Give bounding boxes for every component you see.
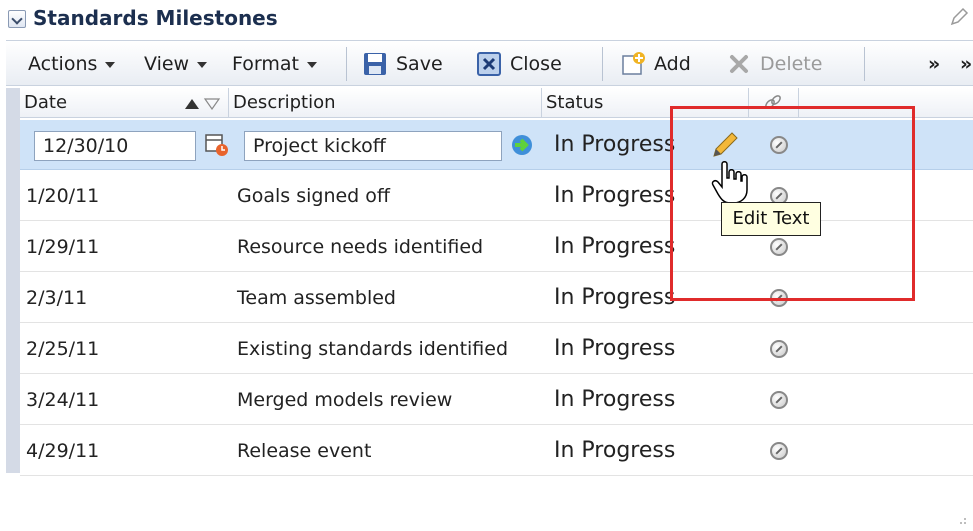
column-header-status-label: Status [546,92,604,113]
actions-menu[interactable]: Actions [28,41,116,87]
close-button-label: Close [510,53,562,75]
link-icon[interactable] [770,442,788,460]
date-input[interactable]: 12/30/10 [34,131,196,161]
pencil-icon[interactable] [949,7,969,27]
date-cell: 3/24/11 [26,389,100,411]
add-button-label: Add [654,53,691,75]
chevron-down-icon[interactable] [8,10,26,28]
hand-pointer-icon [711,161,748,204]
table-row[interactable]: 4/29/11 Release event In Progress [20,426,973,476]
caret-down-icon [105,62,116,68]
toolbar-divider [602,47,603,81]
green-arrow-icon[interactable] [510,133,534,157]
sort-arrows-icon[interactable] [183,98,223,110]
status-cell: In Progress [554,183,676,208]
description-cell: Resource needs identified [237,236,484,258]
save-button[interactable]: Save [362,41,443,87]
link-icon[interactable] [770,340,788,358]
status-cell: In Progress [554,234,676,259]
status-cell: In Progress [554,387,676,412]
overflow-button-label: » [960,53,973,75]
status-cell: In Progress [554,336,676,361]
link-icon[interactable] [770,391,788,409]
overflow-button[interactable]: » [960,41,972,87]
column-header-description[interactable]: Description [229,88,542,118]
caret-down-icon [306,62,317,68]
header-row-marker [6,88,20,118]
column-header-description-label: Description [233,92,336,113]
add-record-icon [622,52,645,75]
status-cell: In Progress [554,438,676,463]
delete-button[interactable]: Delete [726,41,822,87]
delete-button-label: Delete [760,53,823,75]
status-cell: In Progress [554,285,676,310]
panel-title: Standards Milestones [33,6,278,30]
toolbar-divider [864,47,865,81]
date-cell: 4/29/11 [26,440,100,462]
panel-header: Standards Milestones [0,0,973,38]
description-cell: Existing standards identified [237,338,509,360]
date-cell: 1/29/11 [26,236,100,258]
calendar-clock-icon[interactable] [204,132,230,158]
format-menu[interactable]: Format [232,41,317,87]
column-header-date-label: Date [24,92,68,113]
add-button[interactable]: Add [620,41,691,87]
date-cell: 1/20/11 [26,185,100,207]
view-menu[interactable]: View [144,41,208,87]
close-button[interactable]: Close [476,41,562,87]
save-button-label: Save [396,53,443,75]
tooltip: Edit Text [721,202,821,236]
status-cell: In Progress [554,132,676,157]
format-menu-label: Format [232,53,299,75]
floppy-disk-icon [364,53,386,75]
caret-down-icon [197,62,208,68]
resize-grip-icon[interactable] [957,515,967,525]
overflow-button[interactable]: » [928,41,940,87]
table-row[interactable]: 3/24/11 Merged models review In Progress [20,375,973,425]
description-cell: Release event [237,440,372,462]
column-header-date[interactable]: Date [20,88,229,118]
table-row[interactable]: 2/25/11 Existing standards identified In… [20,324,973,374]
overflow-button-label: » [928,53,941,75]
description-cell: Goals signed off [237,185,390,207]
row-marker-column [6,118,20,473]
date-cell: 2/3/11 [26,287,88,309]
description-input[interactable]: Project kickoff [244,131,502,161]
view-menu-label: View [144,53,190,75]
toolbar: Actions View Format Save Close Add Delet… [6,40,973,86]
delete-x-icon [730,55,748,73]
description-cell: Merged models review [237,389,453,411]
actions-menu-label: Actions [28,53,98,75]
description-cell: Team assembled [237,287,396,309]
close-box-icon [477,52,501,76]
date-cell: 2/25/11 [26,338,100,360]
toolbar-divider [346,47,347,81]
